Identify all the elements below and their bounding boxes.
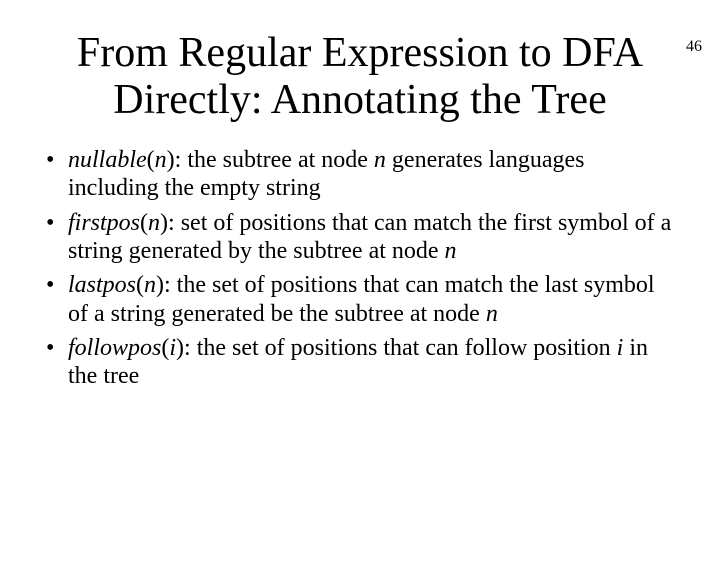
desc: : the subtree at node [175, 147, 374, 173]
term-arg: n [155, 147, 167, 173]
desc: : the set of positions that can match th… [68, 272, 655, 326]
term: firstpos [68, 210, 140, 236]
var: n [445, 238, 457, 264]
term: followpos [68, 335, 161, 361]
term-arg: n [148, 210, 160, 236]
list-item: firstpos(n): set of positions that can m… [46, 209, 678, 266]
term-arg: i [169, 335, 176, 361]
desc: : the set of positions that can follow p… [184, 335, 617, 361]
term: nullable [68, 147, 147, 173]
var: n [374, 147, 386, 173]
slide-title: From Regular Expression to DFA Directly:… [42, 30, 678, 124]
list-item: nullable(n): the subtree at node n gener… [46, 146, 678, 203]
list-item: followpos(i): the set of positions that … [46, 334, 678, 391]
var: n [486, 301, 498, 327]
bullet-list: nullable(n): the subtree at node n gener… [42, 146, 678, 391]
page-number: 46 [686, 38, 702, 56]
term-arg: n [144, 272, 156, 298]
term: lastpos [68, 272, 136, 298]
list-item: lastpos(n): the set of positions that ca… [46, 271, 678, 328]
slide: 46 From Regular Expression to DFA Direct… [0, 30, 720, 570]
